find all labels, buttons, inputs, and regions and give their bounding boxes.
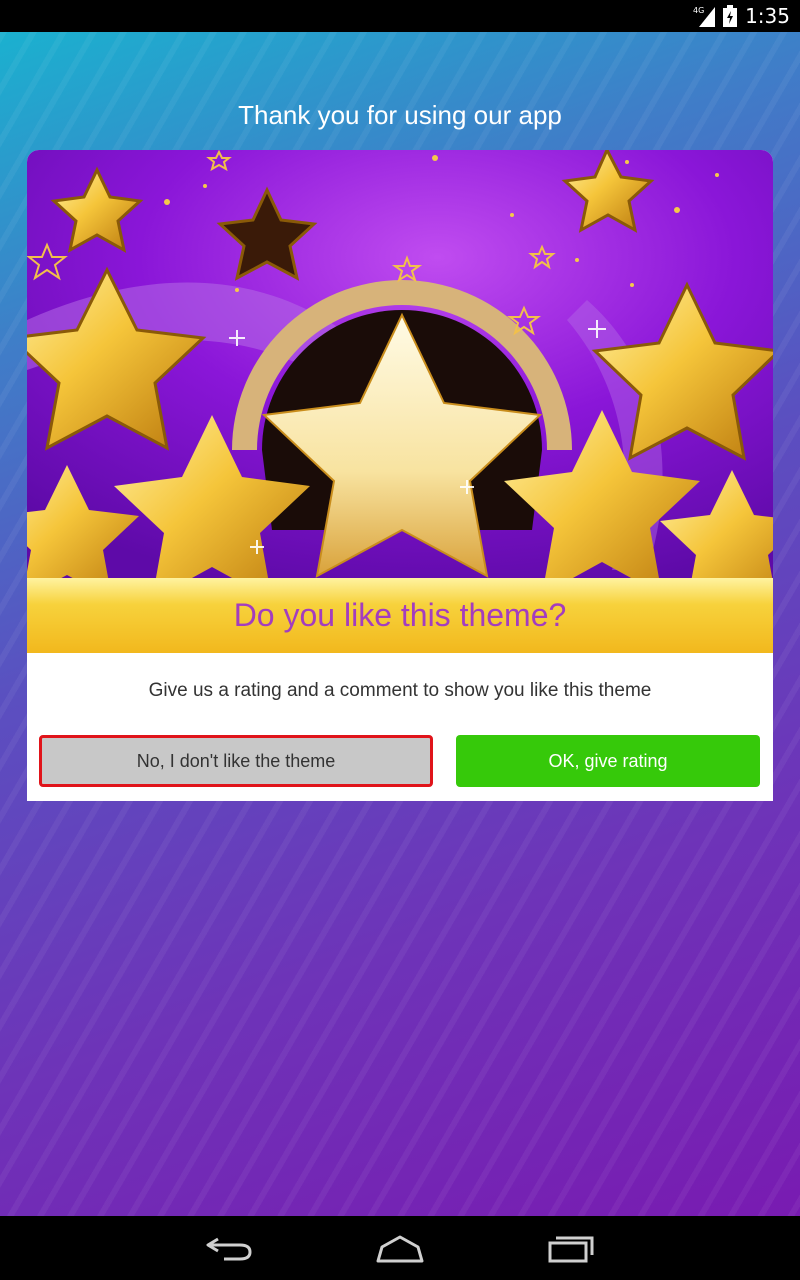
stars-banner-image [27, 150, 773, 580]
battery-icon [723, 5, 738, 27]
signal-icon: 4G [693, 5, 716, 27]
rating-dialog: Do you like this theme? Give us a rating… [27, 150, 773, 801]
recent-apps-icon[interactable] [540, 1228, 600, 1268]
question-heading: Do you like this theme? [233, 597, 567, 633]
clock: 1:35 [745, 4, 790, 28]
rating-message: Give us a rating and a comment to show y… [148, 680, 652, 701]
give-rating-button[interactable]: OK, give rating [456, 735, 760, 787]
home-icon[interactable] [370, 1228, 430, 1268]
back-icon[interactable] [200, 1228, 260, 1268]
navigation-bar [0, 1216, 800, 1280]
status-bar: 4G 1:35 [0, 0, 800, 32]
page-title: Thank you for using our app [238, 100, 562, 130]
dislike-theme-button[interactable]: No, I don't like the theme [39, 735, 433, 787]
network-type-label: 4G [693, 6, 704, 15]
question-band: Do you like this theme? [27, 578, 773, 653]
